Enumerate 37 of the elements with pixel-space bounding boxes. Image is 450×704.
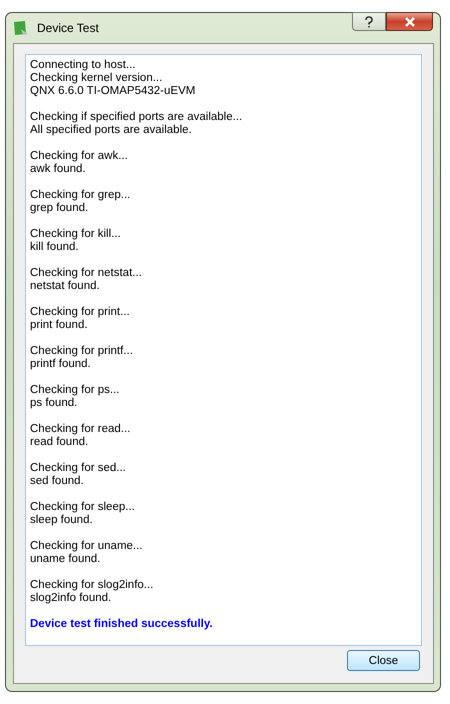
log-line: QNX 6.6.0 TI-OMAP5432-uEVM xyxy=(30,85,196,98)
app-icon xyxy=(13,20,29,36)
log-line: Checking kernel version... xyxy=(30,72,164,85)
success-message: Device test finished successfully. xyxy=(30,618,214,631)
log-line: Checking if specified ports are available... xyxy=(30,111,244,124)
log-line: netstat found. xyxy=(30,280,101,293)
log-line: grep found. xyxy=(30,202,90,215)
log-line: uname found. xyxy=(30,553,102,566)
log-line: Checking for kill... xyxy=(30,228,122,241)
log-line: read found. xyxy=(30,436,90,449)
log-line: Checking for read... xyxy=(30,423,132,436)
log-line: print found. xyxy=(30,319,89,332)
close-icon xyxy=(404,16,416,26)
log-line: kill found. xyxy=(30,241,80,254)
log-line: Checking for ps... xyxy=(30,384,120,397)
log-line: Checking for awk... xyxy=(30,150,129,163)
log-line: printf found. xyxy=(30,358,92,371)
log-line: Checking for netstat... xyxy=(30,267,143,280)
log-line: All specified ports are available. xyxy=(30,124,193,137)
log-line: sed found. xyxy=(30,475,85,488)
help-button[interactable] xyxy=(352,12,386,31)
log-line: Connecting to host... xyxy=(30,59,136,72)
log-line: Checking for sed... xyxy=(30,462,127,475)
log-line: Checking for grep... xyxy=(30,189,132,202)
log-line: sleep found. xyxy=(30,514,94,527)
window-title: Device Test xyxy=(37,21,99,35)
log-line: awk found. xyxy=(30,163,87,176)
log-line: Checking for uname... xyxy=(30,540,144,553)
log-line: slog2info found. xyxy=(30,592,112,605)
log-line: Checking for slog2info... xyxy=(30,579,154,592)
help-icon xyxy=(364,16,374,28)
log-line: Checking for printf... xyxy=(30,345,134,358)
log-line: Checking for sleep... xyxy=(30,501,136,514)
log-line: Checking for print... xyxy=(30,306,131,319)
log-line: ps found. xyxy=(30,397,78,410)
close-button[interactable]: Close xyxy=(347,650,420,671)
close-window-button[interactable] xyxy=(386,12,433,31)
